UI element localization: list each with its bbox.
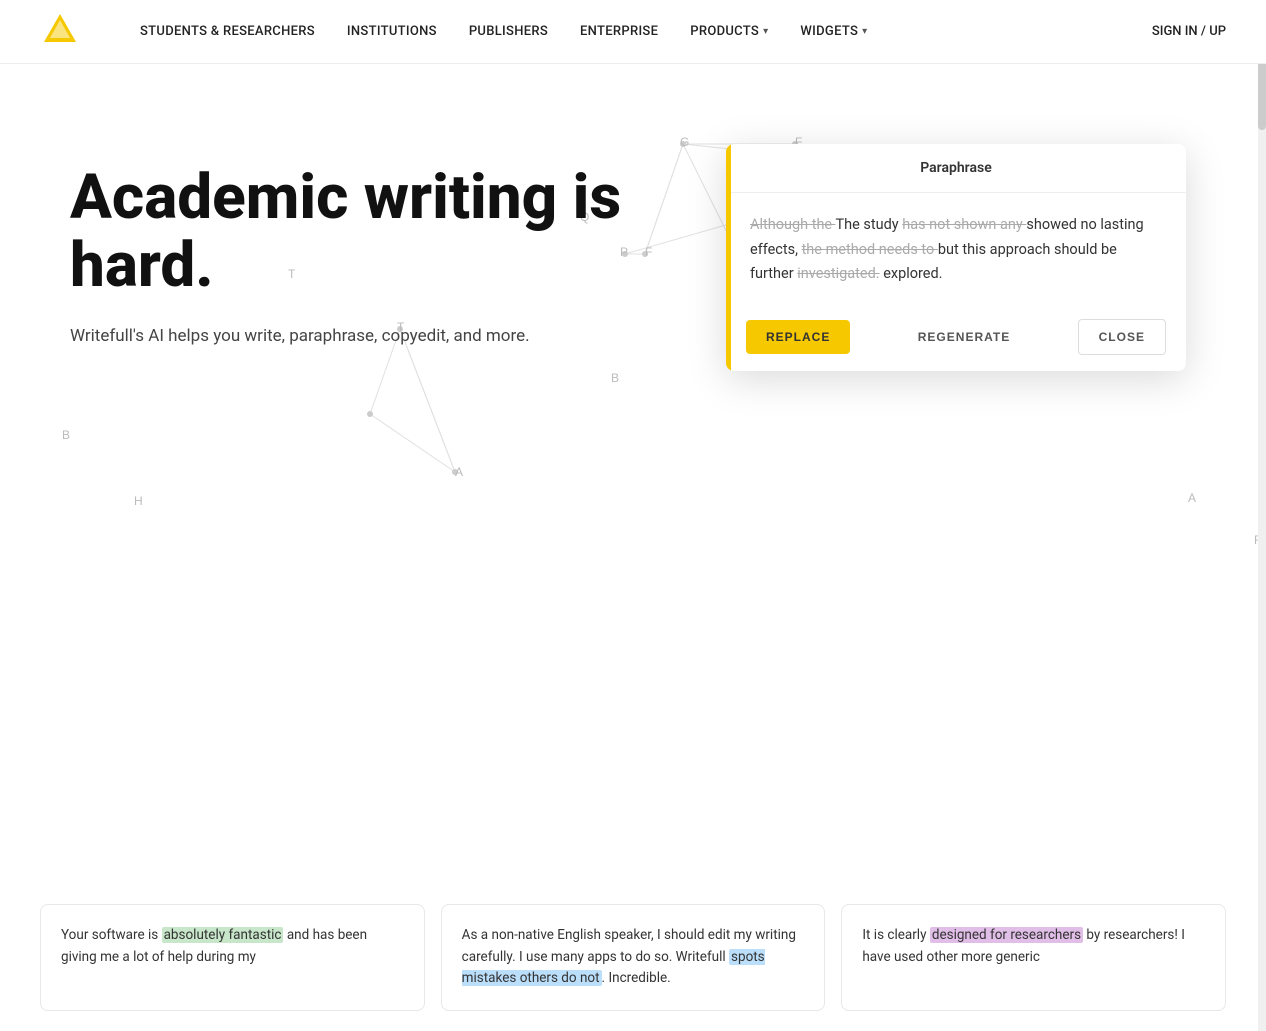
testimonial-card-1: Your software is absolutely fantastic an… bbox=[40, 904, 425, 1011]
nav-widgets[interactable]: WIDGETS ▾ bbox=[800, 24, 867, 39]
popup-footer: REPLACE REGENERATE CLOSE bbox=[726, 307, 1186, 371]
svg-text:B: B bbox=[62, 428, 70, 442]
svg-text:F: F bbox=[645, 245, 652, 259]
nav-publishers[interactable]: PUBLISHERS bbox=[469, 24, 548, 39]
original-text-strikethrough: Although the bbox=[750, 216, 835, 233]
svg-text:A: A bbox=[455, 465, 463, 479]
nav-students[interactable]: STUDENTS & RESEARCHERS bbox=[140, 24, 315, 39]
testimonials-section: Your software is absolutely fantastic an… bbox=[0, 884, 1266, 1031]
logo[interactable] bbox=[40, 10, 80, 54]
replace-button[interactable]: REPLACE bbox=[746, 320, 850, 354]
hero-subtitle: Writefull's AI helps you write, paraphra… bbox=[70, 324, 630, 350]
popup-accent-bar bbox=[726, 144, 731, 371]
testimonial-text-before-1: Your software is bbox=[61, 927, 162, 943]
scrollbar[interactable] bbox=[1258, 0, 1266, 1031]
paraphrase-text-4: explored. bbox=[880, 265, 943, 282]
chevron-down-icon: ▾ bbox=[862, 26, 867, 37]
hero-content: Academic writing is hard. Writefull's AI… bbox=[70, 164, 630, 350]
svg-text:B: B bbox=[611, 371, 619, 385]
close-button[interactable]: CLOSE bbox=[1078, 319, 1166, 355]
original-text-strikethrough-3: the method needs to bbox=[802, 241, 938, 258]
svg-text:H: H bbox=[134, 494, 143, 508]
paraphrase-text: The study bbox=[835, 216, 902, 233]
testimonial-text-before-3: It is clearly bbox=[862, 927, 929, 943]
svg-text:G: G bbox=[680, 135, 689, 149]
regenerate-button[interactable]: REGENERATE bbox=[918, 330, 1010, 344]
testimonial-card-2: As a non-native English speaker, I shoul… bbox=[441, 904, 826, 1011]
hero-title: Academic writing is hard. bbox=[70, 164, 630, 300]
testimonial-highlight-1: absolutely fantastic bbox=[162, 927, 284, 943]
chevron-down-icon: ▾ bbox=[763, 26, 768, 37]
nav-products[interactable]: PRODUCTS ▾ bbox=[690, 24, 768, 39]
original-text-strikethrough-4: investigated. bbox=[797, 265, 879, 282]
testimonial-card-3: It is clearly designed for researchers b… bbox=[841, 904, 1226, 1011]
original-text-strikethrough-2: has not shown any bbox=[902, 216, 1026, 233]
nav-institutions[interactable]: INSTITUTIONS bbox=[347, 24, 437, 39]
navigation: STUDENTS & RESEARCHERS INSTITUTIONS PUBL… bbox=[0, 0, 1266, 64]
testimonial-text-after-2: . Incredible. bbox=[602, 970, 671, 986]
signin-link[interactable]: SIGN IN / UP bbox=[1152, 24, 1226, 39]
nav-links: STUDENTS & RESEARCHERS INSTITUTIONS PUBL… bbox=[140, 24, 1152, 39]
testimonial-highlight-3: designed for researchers bbox=[930, 927, 1083, 943]
svg-text:A: A bbox=[1188, 491, 1196, 505]
popup-body: Although the The study has not shown any… bbox=[726, 193, 1186, 307]
nav-enterprise[interactable]: ENTERPRISE bbox=[580, 24, 658, 39]
popup-header: Paraphrase bbox=[726, 144, 1186, 193]
paraphrase-popup: Paraphrase Although the The study has no… bbox=[726, 144, 1186, 371]
hero-section: S Q T T B H A B G F P F Y M M M N D A F … bbox=[0, 64, 1266, 644]
